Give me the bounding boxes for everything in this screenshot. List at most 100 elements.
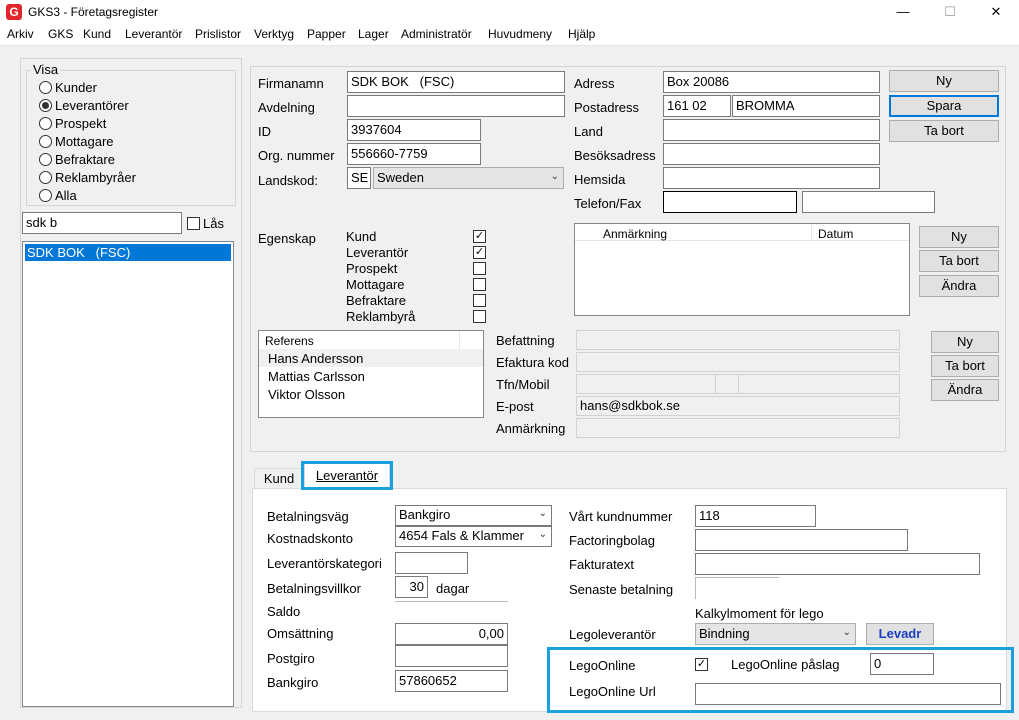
notes-col-anmarkning[interactable]: Anmärkning: [603, 227, 667, 241]
egenskap-reklambyra-checkbox[interactable]: [473, 310, 486, 323]
legolev-value: Bindning: [699, 626, 750, 641]
egenskap-mottagare-label: Mottagare: [346, 277, 405, 292]
close-icon[interactable]: ✕: [973, 0, 1019, 24]
egenskap-mottagare-checkbox[interactable]: [473, 278, 486, 291]
menu-administrator[interactable]: Administratör: [401, 27, 472, 41]
menu-hjalp[interactable]: Hjälp: [568, 27, 595, 41]
betalningsvag-value: Bankgiro: [399, 507, 451, 522]
menu-gks[interactable]: GKS: [48, 27, 73, 41]
radio-reklambyraer[interactable]: [39, 171, 52, 184]
efaktura-input[interactable]: [576, 352, 900, 372]
notes-list[interactable]: Anmärkning Datum: [574, 223, 910, 316]
menu-verktyg[interactable]: Verktyg: [254, 27, 294, 41]
minimize-icon[interactable]: —: [880, 0, 926, 24]
mobil-input[interactable]: [738, 374, 900, 394]
besok-input[interactable]: [663, 143, 880, 165]
referens-row[interactable]: Hans Andersson: [268, 351, 363, 366]
radio-befraktare[interactable]: [39, 153, 52, 166]
menu-prislistor[interactable]: Prislistor: [195, 27, 241, 41]
legoonline-checkbox[interactable]: ✓: [695, 658, 708, 671]
menu-huvudmeny[interactable]: Huvudmeny: [488, 27, 552, 41]
befattning-label: Befattning: [496, 333, 555, 348]
egenskap-prospekt-checkbox[interactable]: [473, 262, 486, 275]
kundnummer-input[interactable]: 118: [695, 505, 816, 527]
firmanamn-input[interactable]: SDK BOK (FSC): [347, 71, 565, 93]
egenskap-befraktare-checkbox[interactable]: [473, 294, 486, 307]
referens-row[interactable]: Mattias Carlsson: [268, 369, 365, 384]
epost-input[interactable]: hans@sdkbok.se: [576, 396, 900, 416]
menu-papper[interactable]: Papper: [307, 27, 346, 41]
referens-row[interactable]: Viktor Olsson: [268, 387, 345, 402]
notes-andra-button[interactable]: Ändra: [919, 275, 999, 297]
fakturatext-input[interactable]: [695, 553, 980, 575]
radio-leverantorer[interactable]: [39, 99, 52, 112]
menu-lager[interactable]: Lager: [358, 27, 389, 41]
dagar-label: dagar: [436, 581, 470, 596]
adress-label: Adress: [574, 76, 615, 91]
maximize-icon[interactable]: ☐: [927, 0, 973, 24]
egenskap-label: Egenskap: [258, 231, 316, 246]
company-list-item[interactable]: SDK BOK (FSC): [25, 244, 231, 261]
egenskap-kund-checkbox[interactable]: ✓: [473, 230, 486, 243]
menu-leverantor[interactable]: Leverantör: [125, 27, 182, 41]
radio-mottagare[interactable]: [39, 135, 52, 148]
ref-ny-button[interactable]: Ny: [931, 331, 999, 353]
land-input[interactable]: [663, 119, 880, 141]
postgiro-label: Postgiro: [267, 651, 315, 666]
window-title: GKS3 - Företagsregister: [28, 5, 159, 19]
postgiro-input[interactable]: [395, 645, 508, 667]
adress-input[interactable]: Box 20086: [663, 71, 880, 93]
las-checkbox[interactable]: [187, 217, 200, 230]
egenskap-reklambyra-label: Reklambyrå: [346, 309, 416, 324]
kostnadskonto-select[interactable]: 4654 Fals & Klammer ⌄: [395, 526, 552, 547]
ref-ta-bort-button[interactable]: Ta bort: [931, 355, 999, 377]
legolev-select[interactable]: Bindning ⌄: [695, 623, 856, 645]
company-list[interactable]: SDK BOK (FSC): [22, 241, 234, 707]
ny-button[interactable]: Ny: [889, 70, 999, 92]
referens-header[interactable]: Referens: [265, 334, 314, 348]
ort-input[interactable]: BROMMA: [732, 95, 880, 117]
levadr-button[interactable]: Levadr: [866, 623, 934, 645]
ref-andra-button[interactable]: Ändra: [931, 379, 999, 401]
menu-arkiv[interactable]: Arkiv: [7, 27, 34, 41]
notes-col-datum[interactable]: Datum: [818, 227, 853, 241]
fax-input[interactable]: [802, 191, 935, 213]
id-input[interactable]: 3937604: [347, 119, 481, 141]
search-input[interactable]: sdk b: [22, 212, 182, 234]
menu-kund[interactable]: Kund: [83, 27, 111, 41]
firmanamn-label: Firmanamn: [258, 76, 324, 91]
hemsida-input[interactable]: [663, 167, 880, 189]
tfn-input[interactable]: [576, 374, 716, 394]
postnr-input[interactable]: 161 02: [663, 95, 731, 117]
bankgiro-input[interactable]: 57860652: [395, 670, 508, 692]
betalningsvag-select[interactable]: Bankgiro ⌄: [395, 505, 552, 526]
referens-list[interactable]: Referens Hans Andersson Mattias Carlsson…: [258, 330, 484, 418]
tab-kund[interactable]: Kund: [254, 468, 304, 488]
landskod-input[interactable]: SE: [347, 167, 371, 189]
egenskap-leverantor-checkbox[interactable]: ✓: [473, 246, 486, 259]
org-input[interactable]: 556660-7759: [347, 143, 481, 165]
notes-ny-button[interactable]: Ny: [919, 226, 999, 248]
betvillkor-input[interactable]: 30: [395, 576, 428, 598]
senaste-value: [695, 577, 779, 599]
avdelning-input[interactable]: [347, 95, 565, 117]
factoring-input[interactable]: [695, 529, 908, 551]
telefon-label: Telefon/Fax: [574, 196, 642, 211]
paslag-label: LegoOnline påslag: [731, 657, 840, 672]
notes-ta-bort-button[interactable]: Ta bort: [919, 250, 999, 272]
ta-bort-button[interactable]: Ta bort: [889, 120, 999, 142]
radio-reklambyraer-label: Reklambyråer: [55, 170, 136, 185]
paslag-input[interactable]: 0: [870, 653, 934, 675]
url-input[interactable]: [695, 683, 1001, 705]
levkategori-input[interactable]: [395, 552, 468, 574]
fakturatext-label: Fakturatext: [569, 557, 635, 572]
country-select[interactable]: Sweden ⌄: [373, 167, 564, 189]
befattning-input[interactable]: [576, 330, 900, 350]
radio-alla[interactable]: [39, 189, 52, 202]
omsattning-input[interactable]: 0,00: [395, 623, 508, 645]
radio-kunder[interactable]: [39, 81, 52, 94]
telefon-input[interactable]: [663, 191, 797, 213]
ref-anm-input[interactable]: [576, 418, 900, 438]
spara-button[interactable]: Spara: [889, 95, 999, 117]
radio-prospekt[interactable]: [39, 117, 52, 130]
